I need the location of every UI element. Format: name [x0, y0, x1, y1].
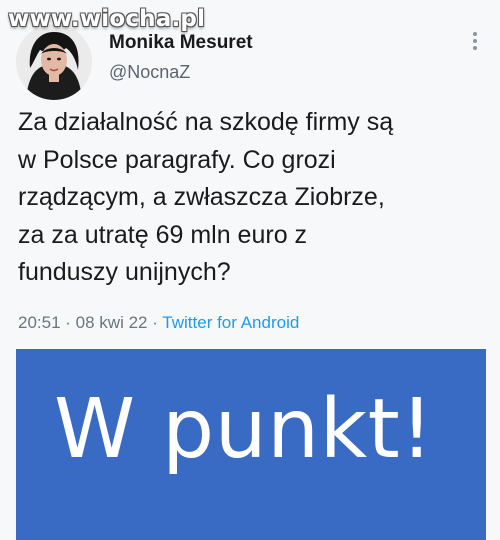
watermark-logo: www.wiocha.pl — [8, 6, 206, 32]
tweet-image-text: W punkt! — [54, 382, 434, 477]
author-name[interactable]: Monika Mesuret — [109, 32, 253, 54]
tweet-text: Za działalność na szkodę firmy są w Pols… — [18, 108, 394, 286]
tweet-image[interactable]: W punkt! — [16, 349, 486, 540]
meta-separator: · — [147, 313, 163, 332]
tweet-time: 20:51 — [18, 313, 61, 332]
tweet-meta: 20:51 · 08 kwi 22 · Twitter for Android — [18, 313, 299, 333]
more-vertical-icon[interactable] — [472, 32, 478, 54]
tweet-source-link[interactable]: Twitter for Android — [162, 313, 299, 332]
meta-separator: · — [60, 313, 76, 332]
avatar[interactable] — [16, 24, 92, 100]
tweet-date: 08 kwi 22 — [75, 313, 148, 332]
author-handle[interactable]: @NocnaZ — [109, 62, 190, 83]
